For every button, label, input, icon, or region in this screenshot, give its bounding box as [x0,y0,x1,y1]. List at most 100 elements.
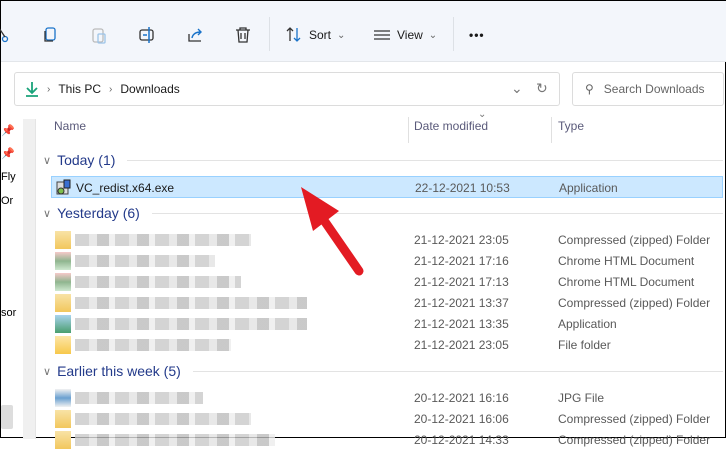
file-name-redacted [75,234,251,246]
file-type: Compressed (zipped) Folder [558,233,711,247]
file-type: Application [558,317,617,331]
search-placeholder: Search Downloads [603,82,705,96]
chevron-down-icon: ⌄ [428,29,438,41]
group-label: Today (1) [57,152,116,168]
search-input[interactable]: ⚲ Search Downloads [572,72,724,106]
chrome-html-icon [55,252,71,270]
file-name: VC_redist.x64.exe [76,181,175,195]
divider [551,117,552,143]
search-icon: ⚲ [585,82,594,96]
file-type: Chrome HTML Document [558,275,695,289]
file-type: JPG File [558,391,605,405]
nav-selected-item[interactable] [1,405,13,429]
file-row[interactable]: 21-12-2021 23:05 File folder [51,334,723,356]
file-date: 20-12-2021 16:06 [414,412,509,426]
delete-button[interactable] [234,23,252,47]
file-type: Compressed (zipped) Folder [558,296,711,310]
annotation-arrow-icon [301,187,364,276]
share-button[interactable] [186,23,204,47]
chrome-html-icon [55,273,71,291]
divider [408,117,409,143]
sort-icon [286,27,301,42]
paste-icon [92,28,106,44]
file-row[interactable]: 21-12-2021 13:35 Application [51,313,723,335]
group-label: Yesterday (6) [57,205,140,221]
rename-button[interactable] [138,23,156,47]
share-icon [188,28,202,42]
file-row[interactable]: 20-12-2021 16:16 JPG File [51,387,723,409]
column-header-type[interactable]: Type [558,119,584,141]
group-header-today[interactable]: ∨ Today (1) [43,152,723,168]
chevron-down-icon: ⌄ [337,29,346,41]
zip-icon [55,431,71,449]
group-header-earlier-this-week[interactable]: ∨ Earlier this week (5) [43,363,723,379]
file-date: 21-12-2021 13:35 [414,317,509,331]
file-date: 20-12-2021 16:16 [414,391,509,405]
chevron-down-icon: ∨ [43,365,52,378]
file-name-redacted [75,297,307,309]
file-name-redacted [75,255,215,267]
file-type: Application [559,181,618,195]
file-date: 21-12-2021 13:37 [414,296,509,310]
zip-icon [55,294,71,312]
zip-icon [55,231,71,249]
file-date: 21-12-2021 17:16 [414,254,509,268]
file-name-redacted [75,434,275,446]
refresh-icon[interactable]: ↻ [536,80,548,97]
file-row[interactable]: 20-12-2021 16:06 Compressed (zipped) Fold… [51,408,723,430]
chevron-down-icon: ∨ [43,154,52,167]
chevron-right-icon: › [47,83,51,95]
file-name-redacted [75,413,251,425]
file-date: 21-12-2021 17:13 [414,275,509,289]
sort-button[interactable]: Sort ⌄ [285,23,345,47]
zip-icon [55,410,71,428]
column-header-date[interactable]: Date modified [414,119,488,141]
pin-icon: 📌 [1,148,15,160]
breadcrumb-downloads[interactable]: Downloads [120,82,179,96]
more-icon: ••• [469,28,485,42]
file-date: 21-12-2021 23:05 [414,233,509,247]
image-icon [55,389,71,407]
file-row[interactable]: 21-12-2021 13:37 Compressed (zipped) Fold… [51,292,723,314]
address-bar[interactable]: › This PC › Downloads [14,72,560,106]
file-name-redacted [75,276,241,288]
nav-item[interactable]: sor [1,307,16,319]
nav-scrollbar[interactable] [23,119,35,439]
application-icon [55,315,71,333]
cut-button[interactable] [0,23,15,47]
sort-label: Sort [309,28,332,42]
divider [269,17,270,51]
group-label: Earlier this week (5) [57,363,181,379]
view-label: View [397,28,423,42]
view-button[interactable]: View ⌄ [373,23,437,47]
divider [453,17,454,51]
file-row[interactable]: 21-12-2021 23:05 Compressed (zipped) Fold… [51,229,723,251]
nav-item[interactable]: Or [1,195,13,207]
file-date: 22-12-2021 10:53 [415,181,510,195]
copy-button[interactable] [41,23,59,47]
nav-item[interactable]: Fly [1,171,16,183]
view-icon [374,30,390,40]
downloads-icon [26,82,38,97]
paste-button[interactable] [90,23,108,47]
rename-icon [139,27,154,43]
column-header-name[interactable]: Name [54,119,86,141]
file-name-redacted [75,392,203,404]
chevron-down-icon: ∨ [43,207,52,220]
cut-icon [0,28,9,43]
chevron-right-icon: › [109,83,113,95]
file-row[interactable]: 21-12-2021 17:13 Chrome HTML Document [51,271,723,293]
file-type: Chrome HTML Document [558,254,695,268]
history-chevron-icon[interactable]: ⌄ [511,80,523,97]
more-button[interactable]: ••• [469,23,485,47]
file-name-redacted [75,318,307,330]
pin-icon: 📌 [1,125,15,137]
trash-icon [236,27,250,43]
file-row[interactable]: 21-12-2021 17:16 Chrome HTML Document [51,250,723,272]
breadcrumb-this-pc[interactable]: This PC [58,82,101,96]
group-header-yesterday[interactable]: ∨ Yesterday (6) [43,205,723,221]
folder-icon [55,336,71,354]
command-bar: Sort ⌄ View ⌄ ••• [0,1,726,62]
file-row[interactable]: 20-12-2021 14:33 Compressed (zipped) Fold… [51,429,723,451]
file-row[interactable]: VC_redist.x64.exe 22-12-2021 10:53 Appli… [51,176,723,198]
